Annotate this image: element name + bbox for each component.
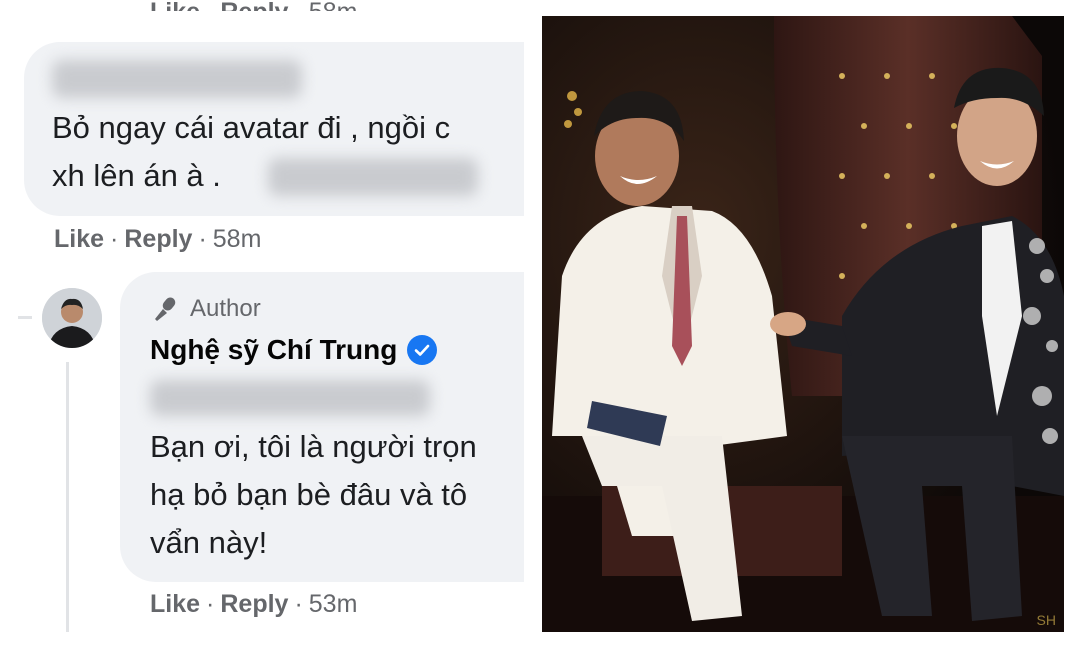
thread-line-vertical <box>66 362 69 632</box>
blurred-commenter-name <box>52 60 302 98</box>
previous-comment-meta: Like · Reply · 58m <box>150 0 358 26</box>
avatar-photo <box>42 288 102 348</box>
reply-author[interactable]: Nghệ sỹ Chí Trung <box>150 334 438 366</box>
photo-watermark: SH <box>1036 612 1056 628</box>
stage-photo: SH <box>542 16 1064 632</box>
author-name[interactable]: Nghệ sỹ Chí Trung <box>150 334 397 366</box>
timestamp: 53m <box>308 590 358 618</box>
reply-link[interactable]: Reply <box>124 225 192 253</box>
author-badge: Author <box>150 294 261 324</box>
author-label: Author <box>190 295 261 322</box>
comment-text-line-1: Bỏ ngay cái avatar đi , ngồi c <box>52 110 451 145</box>
like-link[interactable]: Like <box>150 0 200 11</box>
timestamp: 58m <box>308 0 358 26</box>
like-link[interactable]: Like <box>150 590 200 618</box>
reply-text-line-2: hạ bỏ bạn bè đâu và tô <box>150 477 468 512</box>
blurred-mention <box>268 158 478 196</box>
comment-text-line-2: xh lên án à . <box>52 158 221 193</box>
reply-text-line-3: vẩn này! <box>150 525 268 560</box>
blurred-tagged-name <box>150 380 430 416</box>
photo-illustration <box>542 16 1064 632</box>
microphone-icon <box>155 297 176 321</box>
reply-link[interactable]: Reply <box>220 590 288 618</box>
comment-meta: Like · Reply · 58m <box>54 225 262 253</box>
like-link[interactable]: Like <box>54 225 104 253</box>
avatar[interactable] <box>42 288 102 348</box>
comments-panel: Like · Reply · 58m Bỏ ngay cái avatar đi , n… <box>0 0 524 648</box>
verified-badge-icon <box>407 335 438 365</box>
reply-link[interactable]: Reply <box>220 0 288 11</box>
thread-connector <box>18 316 32 319</box>
reply-meta: Like · Reply · 53m <box>150 590 358 618</box>
reply-text-line-1: Bạn ơi, tôi là người trọn <box>150 429 477 464</box>
timestamp: 58m <box>212 225 262 253</box>
